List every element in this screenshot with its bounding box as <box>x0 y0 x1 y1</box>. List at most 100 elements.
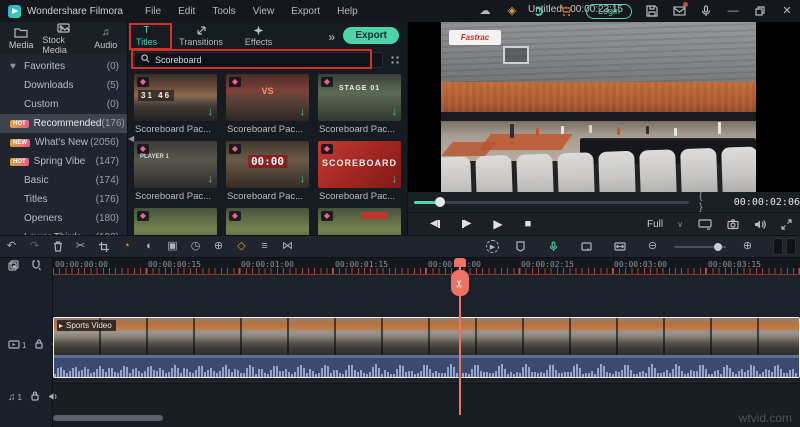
keyframe-icon[interactable]: ◇ <box>230 241 253 252</box>
grid-view-icon[interactable] <box>389 54 401 66</box>
export-button[interactable]: Export <box>343 27 399 44</box>
previous-frame-button[interactable]: ◀ <box>430 219 440 229</box>
close-button[interactable]: ✕ <box>780 4 794 18</box>
next-frame-button[interactable]: ▶ <box>462 219 472 229</box>
volume-icon[interactable] <box>754 219 766 230</box>
sidebar-item-spring-vibe[interactable]: Hot Spring Vibe (147) <box>0 152 127 171</box>
tab-titles[interactable]: T Titles <box>136 25 157 47</box>
redo-icon[interactable]: ↷ <box>23 241 46 252</box>
menu-view[interactable]: View <box>253 6 275 17</box>
focus-tracking-icon[interactable]: ⊕ <box>207 241 230 252</box>
menu-export[interactable]: Export <box>291 6 320 17</box>
template-item[interactable]: ◆PLAYER 1↓ Scoreboard Pac... <box>134 141 217 208</box>
color-palette-icon[interactable]: ◐ <box>138 241 161 252</box>
menu-help[interactable]: Help <box>337 6 358 17</box>
playhead-scissors-button[interactable]: ✂ <box>451 270 469 296</box>
sidebar-item-favorites[interactable]: ♥ Favorites (0) <box>0 57 127 76</box>
template-item[interactable]: ◆↓ Scoreboard Pac... <box>134 208 217 235</box>
speaker-icon[interactable] <box>48 392 59 404</box>
minimize-button[interactable]: — <box>726 4 740 18</box>
render-preview-icon[interactable]: ▶ <box>486 240 499 253</box>
sidebar-item-lower-thirds[interactable]: Lower Thirds (180) <box>0 228 127 235</box>
sidebar-item-whats-new[interactable]: New What's New (2056) <box>0 133 127 152</box>
template-item[interactable]: ◆↓ Scoreboard Pac... <box>226 208 309 235</box>
download-icon[interactable]: ↓ <box>208 173 214 185</box>
zoom-slider-handle[interactable] <box>714 243 722 251</box>
mail-icon[interactable] <box>672 4 686 18</box>
zoom-out-icon[interactable]: ⊖ <box>641 241 664 252</box>
panel-layout-toggle[interactable] <box>773 238 796 255</box>
search-input[interactable]: Scoreboard <box>134 52 383 68</box>
audio-track-lane[interactable] <box>0 383 800 414</box>
tab-audio[interactable]: ♫ Audio <box>85 27 127 50</box>
tab-media[interactable]: Media <box>0 27 42 50</box>
sidebar-item-basic[interactable]: Basic (174) <box>0 171 127 190</box>
play-button[interactable]: ▶ <box>493 218 502 230</box>
timeline-clip-sports-video[interactable]: Sports Video <box>53 317 800 378</box>
menu-file[interactable]: File <box>145 6 161 17</box>
audio-mixer-icon[interactable] <box>575 242 598 252</box>
sidebar-item-downloads[interactable]: Downloads (5) <box>0 76 127 95</box>
split-scissors-icon[interactable]: ✂ <box>69 241 92 252</box>
tab-stock-media[interactable]: Stock Media <box>42 22 84 55</box>
zoom-in-icon[interactable]: ⊕ <box>736 241 759 252</box>
speed-icon[interactable]: ◔ <box>115 241 138 252</box>
download-icon[interactable]: ↓ <box>392 106 398 118</box>
seek-handle[interactable] <box>435 197 445 207</box>
cloud-icon[interactable]: ☁ <box>478 4 492 18</box>
more-panels-chevron[interactable]: » <box>328 30 335 44</box>
voiceover-mic-icon[interactable] <box>542 241 565 252</box>
adjustment-icon[interactable]: ≡ <box>253 241 276 252</box>
mark-in-out-icons[interactable]: { } <box>699 191 732 213</box>
menu-edit[interactable]: Edit <box>178 6 195 17</box>
template-item-selected[interactable]: ◆SCOREBOARD↓ Scoreboard Pac... <box>318 141 401 208</box>
download-icon[interactable]: ↓ <box>300 106 306 118</box>
seek-bar[interactable] <box>414 201 689 204</box>
audio-stretch-icon[interactable]: ⋈ <box>276 241 299 252</box>
timeline-horizontal-scrollbar[interactable] <box>53 415 163 421</box>
login-button[interactable]: Login <box>586 4 632 19</box>
crop-icon[interactable] <box>92 242 115 252</box>
duration-clock-icon[interactable]: ◷ <box>184 241 207 252</box>
lock-icon[interactable] <box>35 339 43 352</box>
playhead-handle[interactable] <box>454 258 466 267</box>
display-device-icon[interactable] <box>698 219 712 230</box>
cart-icon[interactable] <box>559 4 573 18</box>
panel-collapse-arrow[interactable]: ◀ <box>128 134 134 143</box>
restore-button[interactable] <box>753 4 767 18</box>
snap-magnet-icon[interactable] <box>31 260 41 274</box>
marker-shield-icon[interactable] <box>509 241 532 252</box>
stop-button[interactable]: ■ <box>525 219 532 230</box>
template-item[interactable]: ◆↓ Scoreboard Pac... <box>318 208 401 235</box>
delete-icon[interactable] <box>46 241 69 252</box>
refresh-icon[interactable] <box>532 4 546 18</box>
download-icon[interactable]: ↓ <box>392 173 398 185</box>
mic-icon[interactable] <box>699 4 713 18</box>
undo-icon[interactable]: ↶ <box>0 241 23 252</box>
template-item[interactable]: ◆STAGE 01↓ Scoreboard Pac... <box>318 74 401 141</box>
preview-video[interactable]: Fastrac <box>408 22 800 192</box>
sidebar-item-recommended[interactable]: Hot Recommended (176) <box>0 114 127 133</box>
timeline-ruler[interactable]: 00:00:00:00 00:00:00:15 00:00:01:00 00:0… <box>53 258 800 275</box>
snapshot-camera-icon[interactable] <box>727 219 739 230</box>
sidebar-item-custom[interactable]: Custom (0) <box>0 95 127 114</box>
lock-icon[interactable] <box>31 391 39 404</box>
manage-tracks-icon[interactable] <box>8 260 19 274</box>
sidebar-item-titles[interactable]: Titles (176) <box>0 190 127 209</box>
template-item[interactable]: ◆31 46↓ Scoreboard Pac... <box>134 74 217 141</box>
motion-tracking-icon[interactable]: ▣ <box>161 241 184 252</box>
template-item[interactable]: ◆VS↓ Scoreboard Pac... <box>226 74 309 141</box>
template-item[interactable]: ◆00:00↓ Scoreboard Pac... <box>226 141 309 208</box>
sidebar-item-openers[interactable]: Openers (180) <box>0 209 127 228</box>
upgrade-gem-icon[interactable]: ◈ <box>505 4 519 18</box>
tab-transitions[interactable]: Transitions <box>179 25 223 47</box>
menu-tools[interactable]: Tools <box>212 6 235 17</box>
fit-timeline-icon[interactable] <box>608 242 631 251</box>
tab-effects[interactable]: Effects <box>245 25 272 47</box>
timeline-zoom-slider[interactable] <box>674 246 726 248</box>
download-icon[interactable]: ↓ <box>208 106 214 118</box>
download-icon[interactable]: ↓ <box>300 173 306 185</box>
fullscreen-icon[interactable] <box>781 219 792 230</box>
save-icon[interactable] <box>645 4 659 18</box>
zoom-level-dropdown[interactable]: Full∨ <box>647 219 683 230</box>
